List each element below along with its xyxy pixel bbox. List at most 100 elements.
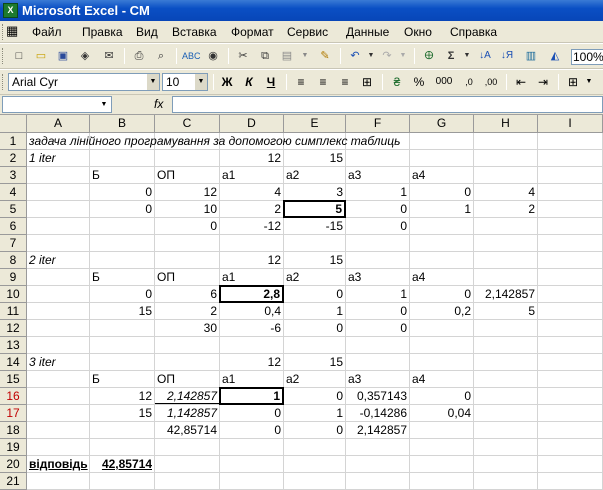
- email-icon[interactable]: ✉: [100, 47, 118, 65]
- cell-G3[interactable]: a4: [410, 167, 473, 183]
- formula-input[interactable]: [172, 96, 603, 113]
- cell-E2[interactable]: 15: [284, 150, 345, 166]
- menu-help[interactable]: Справка: [448, 24, 499, 40]
- borders-dropdown-icon[interactable]: ▼: [580, 73, 598, 91]
- copy-icon[interactable]: ⧉: [256, 47, 274, 65]
- cell-D12[interactable]: -6: [220, 320, 283, 336]
- save-icon[interactable]: ▣: [54, 47, 72, 65]
- column-header-G[interactable]: G: [410, 115, 474, 133]
- format-painter-icon[interactable]: ✎: [316, 47, 334, 65]
- cell-E14[interactable]: 15: [284, 354, 345, 370]
- cell-F16[interactable]: 0,357143: [346, 388, 409, 404]
- row-header-7[interactable]: 7: [0, 235, 27, 252]
- cell-F17[interactable]: -0,14286: [346, 405, 409, 421]
- menu-window[interactable]: Окно: [402, 24, 434, 40]
- cell-A2[interactable]: 1 iter: [27, 150, 89, 166]
- cell-B9[interactable]: Б: [90, 269, 154, 285]
- document-icon[interactable]: ▦: [6, 23, 18, 39]
- cell-D8[interactable]: 12: [220, 252, 283, 268]
- merge-center-icon[interactable]: ⊞: [358, 73, 376, 91]
- column-header-I[interactable]: I: [538, 115, 603, 133]
- currency-icon[interactable]: ₴: [388, 73, 406, 91]
- cell-H10[interactable]: 2,142857: [474, 286, 537, 302]
- cell-F18[interactable]: 2,142857: [346, 422, 409, 438]
- menu-view[interactable]: Вид: [134, 24, 160, 40]
- chevron-down-icon[interactable]: ▼: [97, 97, 111, 112]
- increase-indent-icon[interactable]: ⇥: [534, 73, 552, 91]
- research-icon[interactable]: ◉: [204, 47, 222, 65]
- cell-D9[interactable]: a1: [220, 269, 283, 285]
- cell-G9[interactable]: a4: [410, 269, 473, 285]
- decrease-decimal-icon[interactable]: ,00: [482, 73, 500, 91]
- cell-H4[interactable]: 4: [474, 184, 537, 200]
- italic-button[interactable]: К: [240, 73, 258, 91]
- cell-E18[interactable]: 0: [284, 422, 345, 438]
- sort-descending-icon[interactable]: ↓Я: [498, 47, 516, 65]
- chart-wizard-icon[interactable]: ▥: [522, 47, 540, 65]
- cell-E10[interactable]: 0: [284, 286, 345, 302]
- select-all-corner[interactable]: [0, 115, 27, 133]
- cell-G10[interactable]: 0: [410, 286, 473, 302]
- column-header-B[interactable]: B: [90, 115, 155, 133]
- underline-button[interactable]: Ч: [262, 73, 280, 91]
- cell-B15[interactable]: Б: [90, 371, 154, 387]
- cell-B3[interactable]: Б: [90, 167, 154, 183]
- row-header-1[interactable]: 1: [0, 133, 27, 150]
- cell-D14[interactable]: 12: [220, 354, 283, 370]
- cell-E3[interactable]: a2: [284, 167, 345, 183]
- cell-H11[interactable]: 5: [474, 303, 537, 319]
- cell-B11[interactable]: 15: [90, 303, 154, 319]
- cell-E4[interactable]: 3: [284, 184, 345, 200]
- cell-D16[interactable]: 1: [219, 387, 284, 405]
- cell-D11[interactable]: 0,4: [220, 303, 283, 319]
- column-header-A[interactable]: A: [27, 115, 90, 133]
- cell-F9[interactable]: a3: [346, 269, 409, 285]
- row-header-9[interactable]: 9: [0, 269, 27, 286]
- row-header-16[interactable]: 16: [0, 388, 27, 405]
- row-header-6[interactable]: 6: [0, 218, 27, 235]
- menu-file[interactable]: Файл: [30, 24, 64, 40]
- cell-E8[interactable]: 15: [284, 252, 345, 268]
- cell-C12[interactable]: 30: [155, 320, 219, 336]
- row-header-17[interactable]: 17: [0, 405, 27, 422]
- cell-D18[interactable]: 0: [220, 422, 283, 438]
- drawing-icon[interactable]: ◭: [546, 47, 564, 65]
- cell-E9[interactable]: a2: [284, 269, 345, 285]
- bold-button[interactable]: Ж: [218, 73, 236, 91]
- cell-D3[interactable]: a1: [220, 167, 283, 183]
- cell-C5[interactable]: 10: [155, 201, 219, 217]
- cell-B4[interactable]: 0: [90, 184, 154, 200]
- cell-A14[interactable]: 3 iter: [27, 354, 89, 370]
- decrease-indent-icon[interactable]: ⇤: [512, 73, 530, 91]
- cell-C11[interactable]: 2: [155, 303, 219, 319]
- align-left-icon[interactable]: ≡: [292, 73, 310, 91]
- cell-D5[interactable]: 2: [220, 201, 283, 217]
- cell-F12[interactable]: 0: [346, 320, 409, 336]
- increase-decimal-icon[interactable]: ,0: [460, 73, 478, 91]
- thousands-button[interactable]: 000: [432, 73, 456, 91]
- menu-format[interactable]: Формат: [229, 24, 276, 40]
- spelling-icon[interactable]: ABC: [182, 47, 201, 65]
- cell-B17[interactable]: 15: [90, 405, 154, 421]
- column-header-H[interactable]: H: [474, 115, 538, 133]
- new-icon[interactable]: □: [10, 47, 28, 65]
- paste-icon[interactable]: ▤: [278, 47, 296, 65]
- font-combo[interactable]: Arial Cyr ▼: [8, 73, 160, 91]
- name-box[interactable]: ▼: [2, 96, 112, 113]
- row-header-10[interactable]: 10: [0, 286, 27, 303]
- row-header-4[interactable]: 4: [0, 184, 27, 201]
- cell-C17[interactable]: 1,142857: [155, 405, 219, 421]
- chevron-down-icon[interactable]: ▼: [195, 74, 207, 90]
- cell-E12[interactable]: 0: [284, 320, 345, 336]
- cell-F5[interactable]: 0: [346, 201, 409, 217]
- row-header-5[interactable]: 5: [0, 201, 27, 218]
- cell-C4[interactable]: 12: [155, 184, 219, 200]
- row-header-11[interactable]: 11: [0, 303, 27, 320]
- cell-B10[interactable]: 0: [90, 286, 154, 302]
- align-right-icon[interactable]: ≡: [336, 73, 354, 91]
- cell-E15[interactable]: a2: [284, 371, 345, 387]
- cell-C15[interactable]: ОП: [155, 371, 219, 387]
- row-header-15[interactable]: 15: [0, 371, 27, 388]
- cell-D2[interactable]: 12: [220, 150, 283, 166]
- zoom-box[interactable]: 100%: [571, 49, 603, 65]
